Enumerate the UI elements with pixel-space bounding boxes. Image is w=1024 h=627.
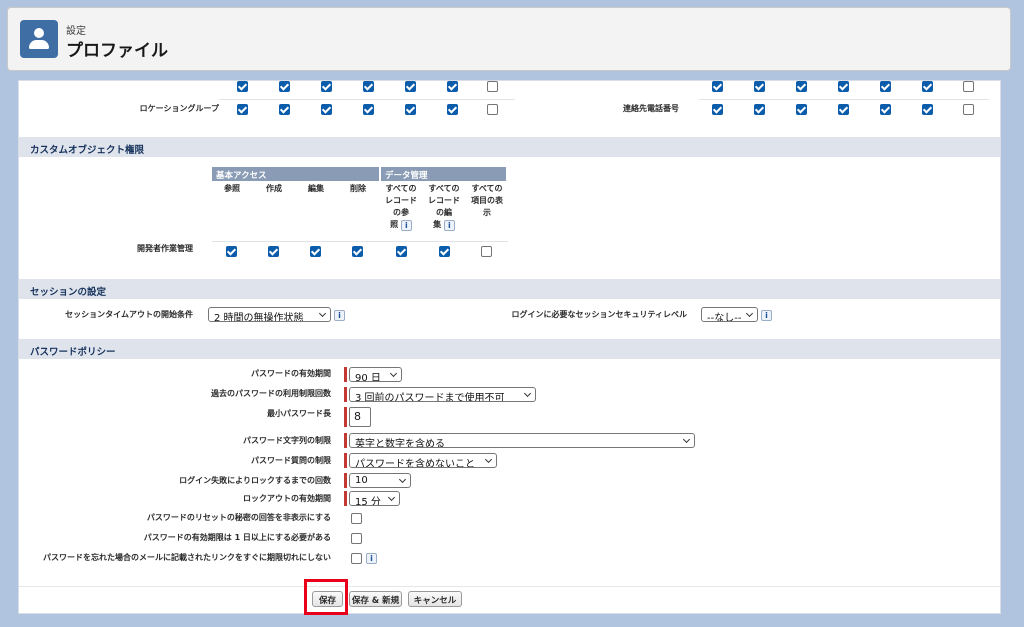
permission-checkbox[interactable] <box>237 104 248 115</box>
lockout-attempts-label: ログイン失敗によりロックするまでの回数 <box>179 476 331 485</box>
save-highlight-box <box>304 579 348 615</box>
permission-checkbox[interactable] <box>922 81 933 92</box>
permission-checkbox[interactable] <box>405 81 416 92</box>
permission-checkbox[interactable] <box>487 104 498 115</box>
profile-panel: ロケーショングループ 連絡先電話番号 カスタムオブジェクト権限 基本アクセス デ… <box>18 80 1001 614</box>
min-length-input[interactable]: 8 <box>349 407 371 427</box>
min-length-label: 最小パスワード長 <box>267 409 331 418</box>
permission-checkbox[interactable] <box>481 246 492 257</box>
permission-checkbox[interactable] <box>796 81 807 92</box>
permission-checkbox[interactable] <box>796 104 807 115</box>
hide-answer-label: パスワードのリセットの秘密の回答を非表示にする <box>146 513 331 522</box>
lockout-period-label: ロックアウトの有効期間 <box>243 494 331 503</box>
permission-checkbox[interactable] <box>352 246 363 257</box>
info-icon[interactable]: i <box>761 310 772 321</box>
user-icon <box>20 20 58 58</box>
col-modify-all: すべての レコード の編 集 i <box>428 184 460 231</box>
permission-checkbox[interactable] <box>880 81 891 92</box>
page-title: プロファイル <box>66 41 168 61</box>
permission-checkbox[interactable] <box>447 104 458 115</box>
col-create: 作成 <box>266 184 282 193</box>
session-timeout-select[interactable]: 2 時間の無操作状態 <box>208 307 331 322</box>
permission-checkbox[interactable] <box>237 81 248 92</box>
password-expires-select[interactable]: 90 日 <box>349 367 402 382</box>
data-management-group: データ管理 <box>381 167 506 181</box>
permission-checkbox[interactable] <box>279 81 290 92</box>
col-view-all-fields: すべての 項目の表 示 <box>471 184 503 217</box>
contact-phone-label: 連絡先電話番号 <box>623 104 679 113</box>
min-lifetime-label: パスワードの有効期限は 1 日以上にする必要がある <box>143 533 331 542</box>
custom-object-section-header: カスタムオブジェクト権限 <box>19 137 1000 157</box>
location-group-label: ロケーショングループ <box>139 104 219 113</box>
password-history-label: 過去のパスワードの利用制限回数 <box>211 389 331 398</box>
permission-checkbox[interactable] <box>396 246 407 257</box>
info-icon[interactable]: i <box>366 553 377 564</box>
basic-access-group: 基本アクセス <box>212 167 379 181</box>
col-read: 参照 <box>224 184 240 193</box>
permission-checkbox[interactable] <box>321 81 332 92</box>
permission-checkbox[interactable] <box>880 104 891 115</box>
breadcrumb[interactable]: 設定 <box>66 22 86 37</box>
permission-checkbox[interactable] <box>363 104 374 115</box>
permission-checkbox[interactable] <box>838 81 849 92</box>
min-lifetime-checkbox[interactable] <box>351 533 362 544</box>
button-row-divider <box>19 586 1000 587</box>
save-new-button[interactable]: 保存 & 新規 <box>349 591 402 607</box>
session-timeout-label: セッションタイムアウトの開始条件 <box>65 310 193 319</box>
question-select[interactable]: パスワードを含めないこと <box>349 453 497 468</box>
permission-checkbox[interactable] <box>963 81 974 92</box>
link-expire-label: パスワードを忘れた場合のメールに記載されたリンクをすぐに期限切れにしない <box>43 553 331 562</box>
lockout-period-select[interactable]: 15 分 <box>349 491 400 506</box>
info-icon[interactable]: i <box>334 310 345 321</box>
password-expires-label: パスワードの有効期間 <box>251 369 331 378</box>
cancel-button[interactable]: キャンセル <box>408 591 462 607</box>
permission-checkbox[interactable] <box>405 104 416 115</box>
lockout-attempts-select[interactable]: 10 <box>349 473 411 488</box>
permission-checkbox[interactable] <box>439 246 450 257</box>
permission-checkbox[interactable] <box>279 104 290 115</box>
permission-checkbox[interactable] <box>712 104 723 115</box>
permission-checkbox[interactable] <box>310 246 321 257</box>
link-expire-checkbox[interactable] <box>351 553 362 564</box>
col-edit: 編集 <box>308 184 324 193</box>
permission-checkbox[interactable] <box>963 104 974 115</box>
col-delete: 削除 <box>350 184 366 193</box>
complexity-label: パスワード文字列の制限 <box>243 436 331 445</box>
session-security-label: ログインに必要なセッションセキュリティレベル <box>511 310 687 319</box>
complexity-select[interactable]: 英字と数字を含める <box>349 433 695 448</box>
session-section-header: セッションの設定 <box>19 279 1000 299</box>
info-icon[interactable]: i <box>443 220 455 231</box>
permission-checkbox[interactable] <box>447 81 458 92</box>
dev-work-label: 開発者作業管理 <box>137 244 193 253</box>
permission-checkbox[interactable] <box>754 104 765 115</box>
permission-checkbox[interactable] <box>838 104 849 115</box>
col-view-all: すべての レコード の参 照 i <box>385 184 417 231</box>
session-security-select[interactable]: --なし-- <box>701 307 758 322</box>
permission-checkbox[interactable] <box>268 246 279 257</box>
permission-checkbox[interactable] <box>922 104 933 115</box>
permission-checkbox[interactable] <box>363 81 374 92</box>
password-section-header: パスワードポリシー <box>19 339 1000 359</box>
permission-checkbox[interactable] <box>712 81 723 92</box>
password-history-select[interactable]: 3 回前のパスワードまで使用不可 <box>349 387 536 402</box>
info-icon[interactable]: i <box>400 220 412 231</box>
question-label: パスワード質問の制限 <box>251 456 331 465</box>
permission-checkbox[interactable] <box>226 246 237 257</box>
permission-checkbox[interactable] <box>487 81 498 92</box>
permission-checkbox[interactable] <box>321 104 332 115</box>
permission-checkbox[interactable] <box>754 81 765 92</box>
hide-answer-checkbox[interactable] <box>351 513 362 524</box>
page-header: 設定 プロファイル <box>7 7 1011 71</box>
